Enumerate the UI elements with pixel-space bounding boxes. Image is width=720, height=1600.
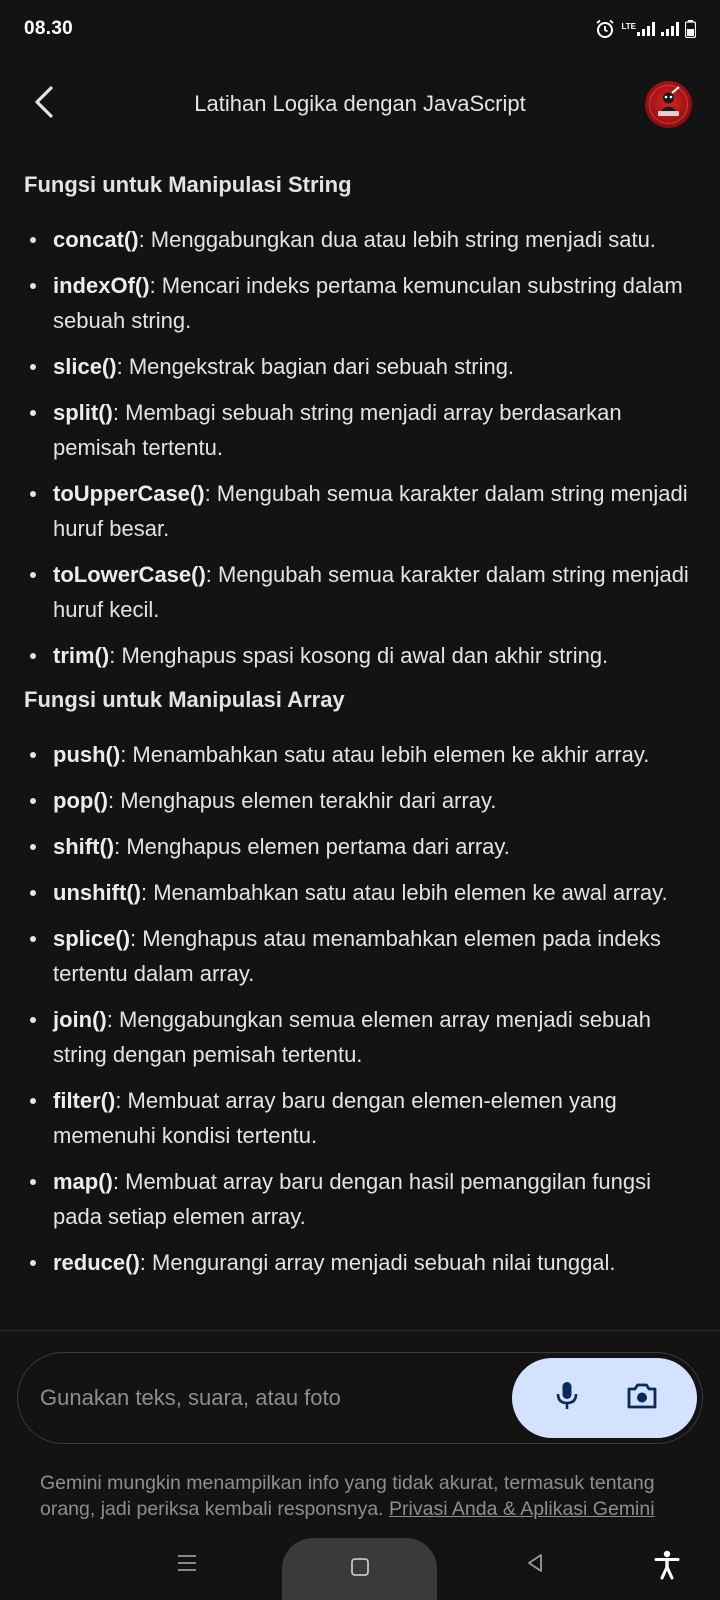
accessibility-button[interactable] [650,1550,684,1584]
list-item: filter(): Membuat array baru dengan elem… [24,1083,702,1153]
function-name: filter() [53,1088,116,1113]
section-heading-array: Fungsi untuk Manipulasi Array [24,687,345,712]
microphone-icon [554,1380,580,1417]
list-item: trim(): Menghapus spasi kosong di awal d… [24,638,702,673]
function-desc: : Menggabungkan dua atau lebih string me… [138,227,656,252]
list-item: push(): Menambahkan satu atau lebih elem… [24,737,702,772]
function-desc: : Menggabungkan semua elemen array menja… [53,1007,651,1067]
function-name: trim() [53,643,110,668]
function-desc: : Menghapus elemen pertama dari array. [114,834,510,859]
status-time: 08.30 [24,18,74,39]
list-item: slice(): Mengekstrak bagian dari sebuah … [24,349,702,384]
camera-button[interactable] [617,1373,667,1423]
microphone-button[interactable] [542,1373,592,1423]
app-header: Latihan Logika dengan JavaScript [0,74,720,134]
list-item: split(): Membagi sebuah string menjadi a… [24,395,702,465]
divider [0,1330,720,1331]
function-desc: : Menghapus atau menambahkan elemen pada… [53,926,661,986]
signal-icon [661,22,679,36]
battery-icon [685,20,696,38]
function-name: toUpperCase() [53,481,205,506]
avatar[interactable] [645,81,692,128]
home-button[interactable] [282,1538,437,1600]
input-actions [512,1358,697,1438]
disclaimer: Gemini mungkin menampilkan info yang tid… [40,1470,680,1522]
privacy-link[interactable]: Privasi Anda & Aplikasi Gemini [389,1498,655,1520]
function-name: reduce() [53,1250,140,1275]
recent-apps-icon [177,1554,197,1577]
prompt-input[interactable]: Gunakan teks, suara, atau foto [17,1352,703,1444]
list-item: indexOf(): Mencari indeks pertama kemunc… [24,268,702,338]
function-name: splice() [53,926,131,951]
function-desc: : Menambahkan satu atau lebih elemen ke … [140,880,668,905]
function-name: push() [53,742,121,767]
function-name: indexOf() [53,273,150,298]
recent-apps-button[interactable] [172,1550,202,1580]
list-item: reduce(): Mengurangi array menjadi sebua… [24,1245,702,1280]
function-desc: : Menghapus spasi kosong di awal dan akh… [109,643,609,668]
function-name: unshift() [53,880,141,905]
list-item: shift(): Menghapus elemen pertama dari a… [24,829,702,864]
section-heading-string: Fungsi untuk Manipulasi String [24,172,352,197]
function-name: join() [53,1007,107,1032]
alarm-icon [595,19,615,39]
accessibility-icon [654,1550,680,1585]
function-desc: : Menghapus elemen terakhir dari array. [107,788,497,813]
list-item: map(): Membuat array baru dengan hasil p… [24,1164,702,1234]
list-item: toLowerCase(): Mengubah semua karakter d… [24,557,702,627]
lte-signal-icon: LTE [621,22,655,36]
function-name: shift() [53,834,115,859]
back-icon [526,1553,544,1578]
function-name: toLowerCase() [53,562,206,587]
function-desc: : Menambahkan satu atau lebih elemen ke … [120,742,650,767]
array-function-list: push(): Menambahkan satu atau lebih elem… [24,737,702,1280]
home-icon [350,1557,370,1582]
status-bar: 08.30 LTE [0,0,720,58]
function-desc: : Membagi sebuah string menjadi array be… [53,400,622,460]
function-desc: : Mengekstrak bagian dari sebuah string. [116,354,515,379]
function-name: pop() [53,788,108,813]
function-name: concat() [53,227,139,252]
list-item: toUpperCase(): Mengubah semua karakter d… [24,476,702,546]
list-item: pop(): Menghapus elemen terakhir dari ar… [24,783,702,818]
list-item: unshift(): Menambahkan satu atau lebih e… [24,875,702,910]
lte-label: LTE [621,22,636,31]
function-name: split() [53,400,113,425]
input-placeholder: Gunakan teks, suara, atau foto [40,1385,341,1410]
avatar-image-icon [649,85,688,124]
function-desc: : Mengurangi array menjadi sebuah nilai … [139,1250,616,1275]
function-desc: : Membuat array baru dengan elemen-eleme… [53,1088,617,1148]
function-desc: : Membuat array baru dengan hasil pemang… [53,1169,651,1229]
system-nav-bar [0,1528,720,1600]
camera-icon [626,1382,658,1415]
function-name: slice() [53,354,117,379]
function-name: map() [53,1169,113,1194]
page-title: Latihan Logika dengan JavaScript [194,91,526,116]
string-function-list: concat(): Menggabungkan dua atau lebih s… [24,222,702,673]
response-content: Fungsi untuk Manipulasi String concat():… [24,170,702,1291]
list-item: concat(): Menggabungkan dua atau lebih s… [24,222,702,257]
nav-back-button[interactable] [520,1550,550,1580]
status-icons: LTE [595,19,696,39]
list-item: splice(): Menghapus atau menambahkan ele… [24,921,702,991]
list-item: join(): Menggabungkan semua elemen array… [24,1002,702,1072]
